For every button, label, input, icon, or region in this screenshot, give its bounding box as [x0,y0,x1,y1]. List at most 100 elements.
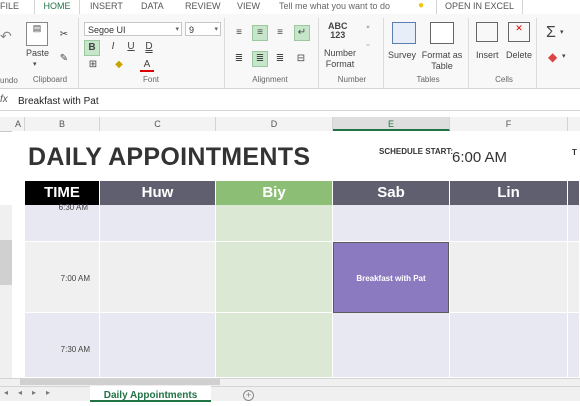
schedule-cell[interactable] [100,313,216,378]
header-time[interactable]: TIME [25,181,100,205]
last-sheet-icon[interactable]: ▸ [46,388,50,397]
decrease-decimal-icon[interactable]: ⁻ [361,40,375,54]
align-top-icon[interactable]: ≡ [232,26,246,40]
font-size-dropdown[interactable]: 9 ▾ [185,22,221,36]
tab-file[interactable]: FILE [0,0,20,14]
align-left-icon[interactable]: ≣ [232,52,246,66]
font-name-dropdown[interactable]: Segoe UI ▾ [84,22,182,36]
align-right-icon[interactable]: ≣ [273,52,287,66]
survey-icon[interactable] [392,22,416,44]
survey-button[interactable]: Survey [388,50,416,60]
cut-icon[interactable]: ✂ [57,28,71,42]
tab-review[interactable]: REVIEW [185,0,221,14]
chevron-down-icon[interactable]: ▾ [560,28,564,36]
format-as-table-icon[interactable] [430,22,454,44]
column-header-d[interactable]: D [216,117,333,131]
schedule-cell[interactable] [100,242,216,313]
alignment-group-label: Alignment [252,75,288,84]
schedule-cell[interactable] [450,313,568,378]
tables-group-label: Tables [416,75,440,84]
schedule-cell[interactable] [568,205,580,242]
separator [78,18,79,88]
separator [318,18,319,88]
header-lin[interactable]: Lin [450,181,568,205]
chevron-down-icon: ▾ [214,26,218,33]
double-underline-button[interactable]: D [142,40,156,54]
merge-cells-icon[interactable]: ⊟ [294,52,308,66]
fill-color-icon[interactable]: ◆ [112,58,126,72]
column-header-c[interactable]: C [100,117,216,131]
time-label: 7:30 AM [60,345,90,354]
undo-icon[interactable]: ↶ [0,28,12,45]
separator [536,18,537,88]
tab-data[interactable]: DATA [141,0,164,14]
number-format-icon[interactable]: ABC 123 [328,22,348,40]
wrap-text-icon[interactable]: ↵ [294,25,310,41]
insert-cells-icon[interactable] [476,22,498,42]
schedule-cell[interactable] [450,242,568,313]
column-header-b[interactable]: B [25,117,100,131]
increase-decimal-icon[interactable]: ⁺ [361,22,375,36]
paste-icon[interactable]: ▤ [26,22,48,46]
tab-insert[interactable]: INSERT [90,0,123,14]
schedule-cell[interactable] [100,205,216,242]
schedule-cell[interactable] [450,205,568,242]
italic-button[interactable]: I [106,40,120,54]
row-header-strip [0,205,12,378]
tab-view[interactable]: VIEW [237,0,260,14]
font-color-icon[interactable]: A [140,58,154,72]
borders-icon[interactable]: ⊞ [86,58,100,72]
tell-me-input[interactable]: Tell me what you want to do [277,0,429,13]
separator [468,18,469,88]
header-overflow [568,181,580,205]
chevron-down-icon[interactable]: ▾ [562,52,566,60]
bold-button[interactable]: B [84,40,100,56]
font-name-value: Segoe UI [88,25,126,35]
next-sheet-icon[interactable]: ▸ [32,388,36,397]
align-bottom-icon[interactable]: ≡ [273,26,287,40]
time-label: 7:00 AM [60,274,90,283]
align-center-icon[interactable]: ≣ [252,51,268,67]
sum-icon[interactable]: Σ [546,24,556,42]
formula-input[interactable]: Breakfast with Pat [18,96,99,107]
schedule-cell[interactable] [568,242,580,313]
open-in-excel-button[interactable]: OPEN IN EXCEL [436,0,524,14]
font-size-value: 9 [189,25,195,35]
prev-sheet-icon[interactable]: ◂ [18,388,22,397]
schedule-start-label: SCHEDULE START: [379,147,454,156]
ribbon: ↶ undo ▤ Paste ▾ ✂ ✎ Clipboard Segoe UI ▾… [0,14,580,89]
first-sheet-icon[interactable]: ◂ [4,388,8,397]
schedule-cell[interactable] [568,313,580,378]
cells-group-label: Cells [495,75,513,84]
number-format-button[interactable]: Number Format [320,48,360,70]
clear-icon[interactable]: ◆ [548,50,557,64]
schedule-cell[interactable] [216,313,333,378]
delete-cells-icon[interactable]: ✕ [508,22,530,42]
insert-button[interactable]: Insert [476,50,499,60]
column-header-a[interactable]: A [12,117,25,131]
paste-dropdown-icon[interactable]: ▾ [33,60,37,68]
tab-home[interactable]: HOME [34,0,80,15]
add-sheet-icon[interactable]: + [243,390,254,401]
format-as-table-button[interactable]: Format as Table [420,50,464,72]
appointment-block[interactable]: Breakfast with Pat [333,242,449,313]
column-header-e[interactable]: E [333,117,450,131]
delete-button[interactable]: Delete [506,50,532,60]
scrollbar-thumb[interactable] [20,379,220,385]
paste-button[interactable]: Paste [26,48,49,58]
row-header-selected [0,240,12,285]
separator [383,18,384,88]
align-middle-icon[interactable]: ≡ [252,25,268,41]
underline-button[interactable]: U [124,40,138,54]
time-label: 6:30 AM [58,203,88,212]
schedule-cell[interactable] [333,313,450,378]
header-huw[interactable]: Huw [100,181,216,205]
schedule-cell[interactable] [333,205,450,242]
column-header-f[interactable]: F [450,117,568,131]
header-biy[interactable]: Biy [216,181,333,205]
schedule-cell[interactable] [216,205,333,242]
schedule-start-value[interactable]: 6:00 AM [452,149,507,166]
format-painter-icon[interactable]: ✎ [57,52,71,66]
schedule-cell[interactable] [216,242,333,313]
header-sab[interactable]: Sab [333,181,450,205]
